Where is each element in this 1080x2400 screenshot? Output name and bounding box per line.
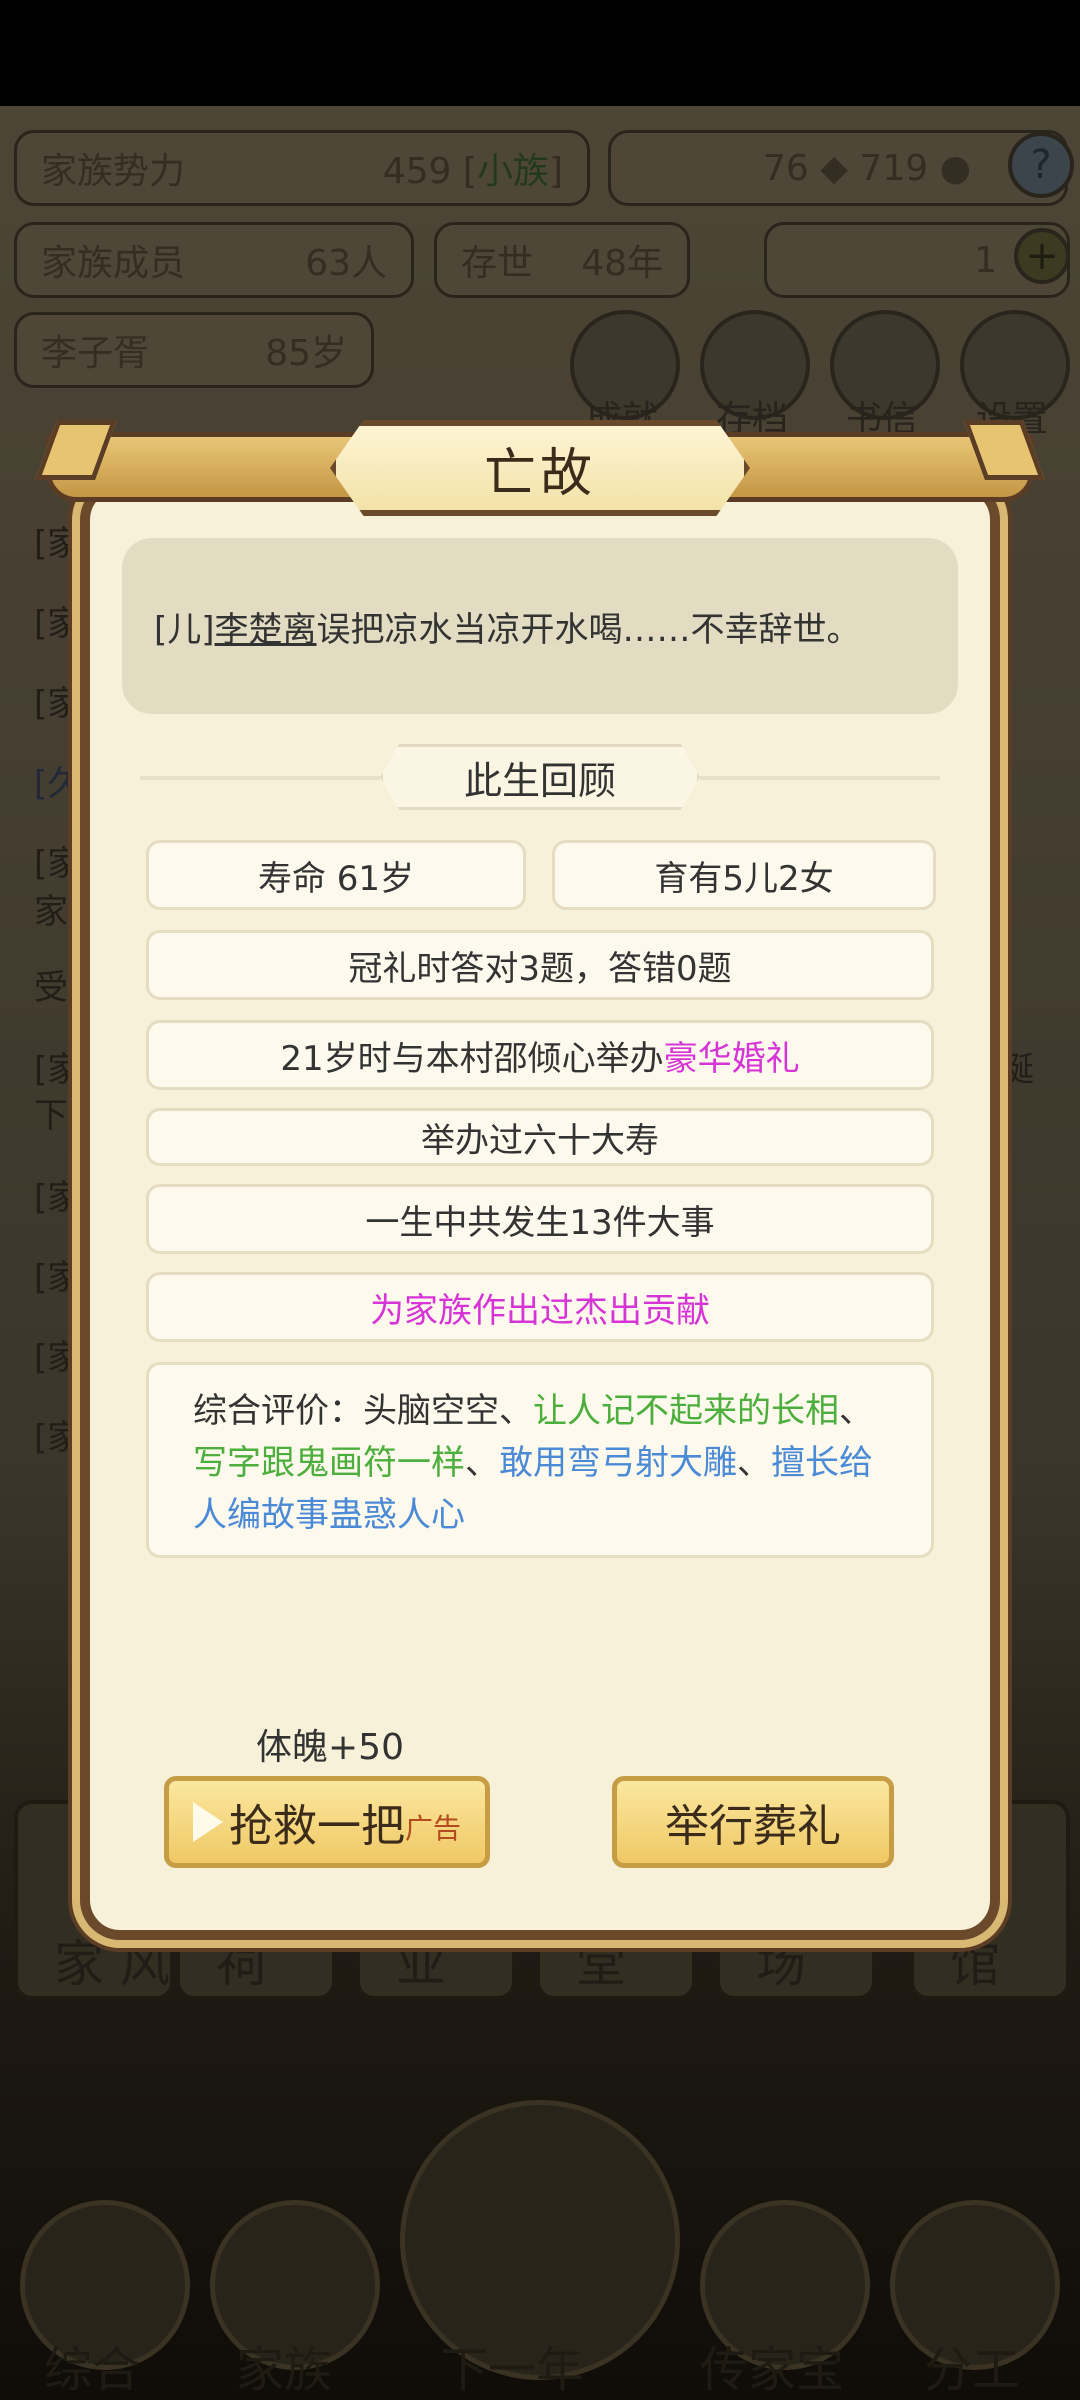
children-text: 育有5儿2女 <box>654 858 834 899</box>
children-row: 育有5儿2女 <box>552 840 936 910</box>
trait-2: 让人记不起来的长相 <box>533 1391 839 1431</box>
death-message: [儿] 李楚离 误把凉水当凉开水喝……不幸辞世。 <box>122 538 958 714</box>
section-title: 此生回顾 <box>463 758 616 803</box>
coming-of-age-text: 冠礼时答对3题，答错0题 <box>348 948 732 989</box>
funeral-button[interactable]: 举行葬礼 <box>612 1776 894 1868</box>
trait-3: 写字跟鬼画符一样 <box>193 1443 465 1483</box>
section-divider-right <box>700 776 940 780</box>
rescue-reward: 体魄+50 <box>256 1727 404 1768</box>
evaluation-label: 综合评价： <box>193 1391 363 1431</box>
trait-4: 敢用弯弓射大雕 <box>499 1443 737 1483</box>
message-text: 误把凉水当凉开水喝……不幸辞世。 <box>316 609 861 650</box>
play-ad-icon <box>192 1802 223 1842</box>
contribution-row: 为家族作出过杰出贡献 <box>146 1272 934 1342</box>
birthday-text: 举办过六十大寿 <box>421 1120 659 1161</box>
evaluation-box: 综合评价：头脑空空、让人记不起来的长相、写字跟鬼画符一样、敢用弯弓射大雕、擅长给… <box>146 1362 934 1558</box>
dialog-title-plate: 亡故 <box>330 420 750 516</box>
lifespan-row: 寿命 61岁 <box>146 840 526 910</box>
trait-sep: 、 <box>839 1391 873 1431</box>
funeral-button-label: 举行葬礼 <box>665 1801 841 1852</box>
rescue-button-label: 抢救一把 <box>228 1801 405 1852</box>
dialog-title: 亡故 <box>483 443 596 504</box>
ad-tag: 广告 <box>404 1812 461 1845</box>
deceased-name-link[interactable]: 李楚离 <box>215 602 317 651</box>
rescue-button[interactable]: 抢救一把 广告 <box>164 1776 490 1868</box>
events-row: 一生中共发生13件大事 <box>146 1184 934 1254</box>
wedding-highlight: 豪华婚礼 <box>663 1038 800 1079</box>
contribution-text: 为家族作出过杰出贡献 <box>370 1290 710 1331</box>
section-divider-left <box>140 776 380 780</box>
section-title-plate: 此生回顾 <box>380 744 700 810</box>
coming-of-age-row: 冠礼时答对3题，答错0题 <box>146 930 934 1000</box>
lifespan-text: 寿命 61岁 <box>257 858 415 899</box>
trait-sep: 、 <box>737 1443 771 1483</box>
message-prefix: [儿] <box>154 609 215 650</box>
trait-sep: 、 <box>465 1443 499 1483</box>
status-bar <box>0 0 1080 106</box>
wedding-row: 21岁时与本村邵倾心举办 豪华婚礼 <box>146 1020 934 1090</box>
trait-1: 头脑空空、 <box>363 1391 533 1431</box>
events-text: 一生中共发生13件大事 <box>365 1202 715 1243</box>
wedding-text: 21岁时与本村邵倾心举办 <box>280 1038 664 1079</box>
birthday-row: 举办过六十大寿 <box>146 1108 934 1166</box>
